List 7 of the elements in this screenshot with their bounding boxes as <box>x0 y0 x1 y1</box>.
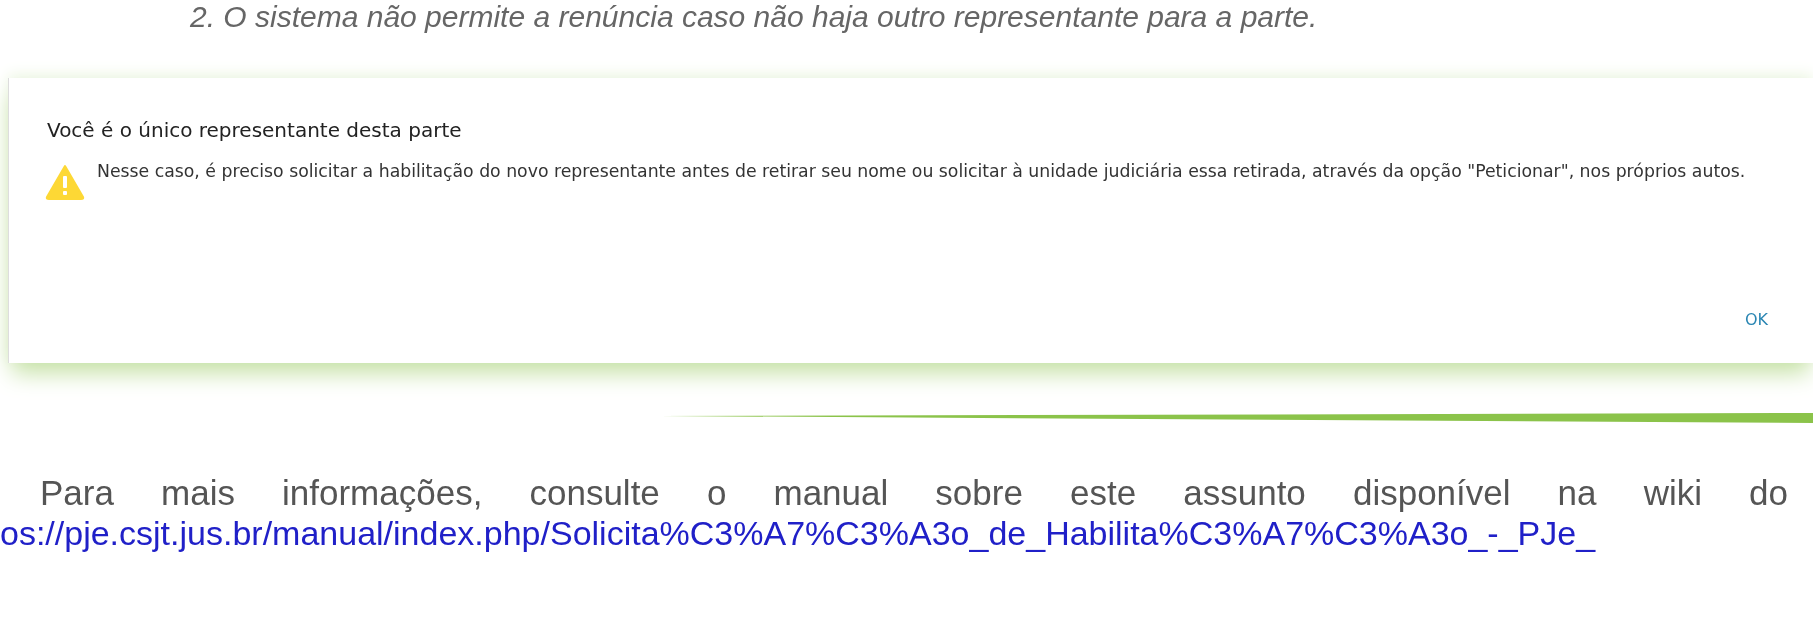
warning-icon <box>45 164 85 200</box>
section-heading: 2. O sistema não permite a renúncia caso não haja outro representante para a parte. <box>189 0 1318 34</box>
paragraph-text: Para mais informações, consulte o manual sobre este assunto disponível na wiki do <box>40 473 1788 513</box>
wiki-link[interactable]: os://pje.csjt.jus.br/manual/index.php/Solicita%C3%A7%C3%A3o_de_Habilita%C3%A7%C3%A3o_-_PJe_ <box>0 513 1596 553</box>
ok-button[interactable]: OK <box>1744 310 1768 329</box>
dialog-title: Você é o único representante desta parte <box>46 117 463 142</box>
dialog-message: Nesse caso, é preciso solicitar a habilitação do novo representante antes de retirar seu nome ou solicitar à unidade judiciária essa retirada, através da opção "Peticionar", nos próprios autos. <box>97 160 1747 183</box>
